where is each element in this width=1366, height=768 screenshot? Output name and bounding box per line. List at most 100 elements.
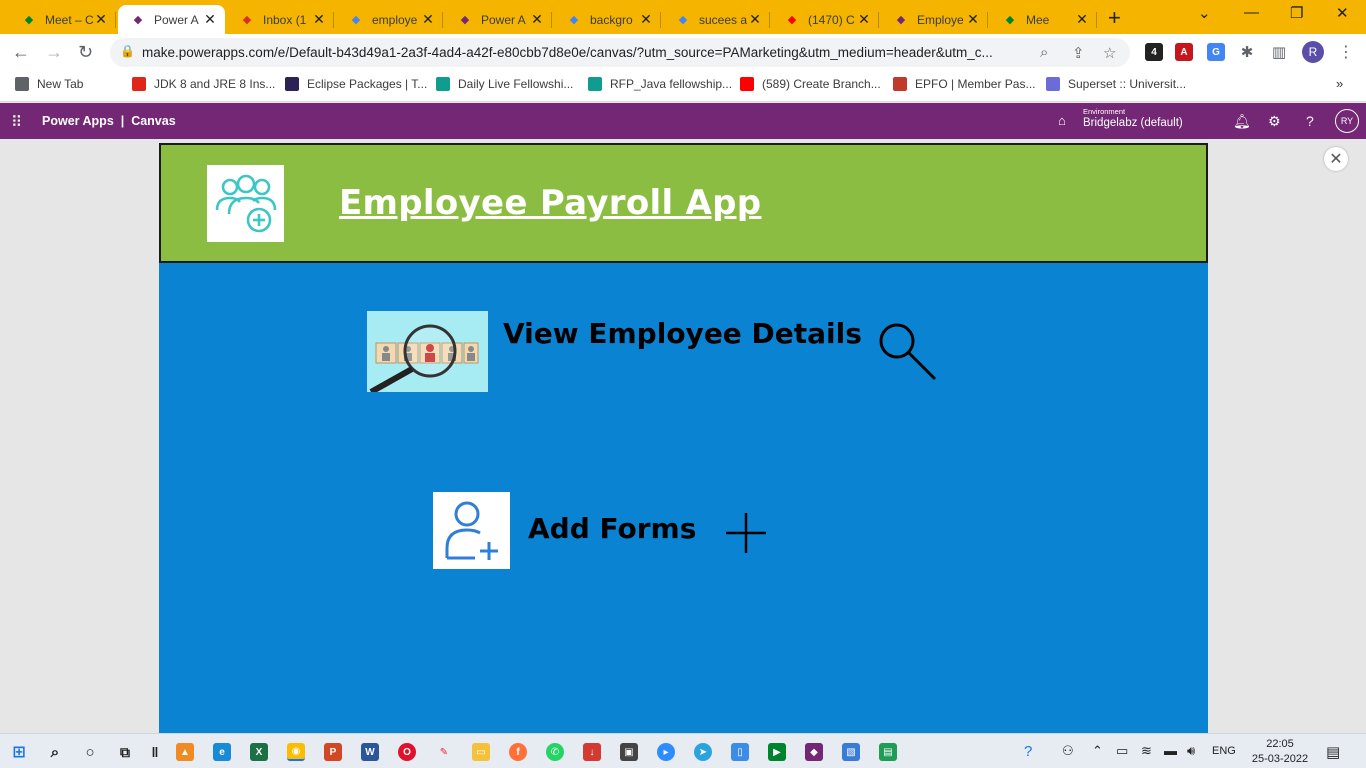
add-forms-label[interactable]: Add Forms <box>528 512 696 545</box>
task-view-icon[interactable]: ⧉ <box>116 743 134 761</box>
chrome-icon[interactable]: ◉ <box>287 743 305 761</box>
back-icon[interactable]: ← <box>12 42 30 63</box>
system-clock[interactable]: 22:05 25-03-2022 <box>1250 737 1310 767</box>
restore-icon[interactable]: ❐ <box>1290 4 1303 22</box>
environment-icon[interactable]: ⌂ <box>1058 113 1066 128</box>
new-tab-button[interactable]: + <box>1108 5 1121 31</box>
browser-tab[interactable]: ◆ (1470) C ✕ <box>772 5 879 34</box>
bookmark-item[interactable]: JDK 8 and JRE 8 Ins... <box>132 77 275 91</box>
reload-icon[interactable]: ↻ <box>78 42 93 63</box>
firefox-icon[interactable]: f <box>509 743 527 761</box>
meet-taskbar-icon[interactable]: ▶ <box>768 743 786 761</box>
tab-close-icon[interactable]: ✕ <box>530 11 544 28</box>
notification-center-icon[interactable]: ▤ <box>1326 743 1340 761</box>
bookmark-item[interactable]: New Tab <box>15 77 83 91</box>
browser-tab[interactable]: ◆ Power A ✕ <box>118 5 225 34</box>
bookmark-star-icon[interactable]: ☆ <box>1103 44 1116 62</box>
close-preview-icon[interactable]: ✕ <box>1324 147 1348 171</box>
browser-tab[interactable]: ◆ sucees a ✕ <box>663 5 770 34</box>
tab-close-icon[interactable]: ✕ <box>203 11 217 28</box>
browser-tab[interactable]: ◆ Inbox (1 ✕ <box>227 5 334 34</box>
bookmark-item[interactable]: Superset :: Universit... <box>1046 77 1186 91</box>
whatsapp-icon[interactable]: ✆ <box>546 743 564 761</box>
tab-close-icon[interactable]: ✕ <box>94 11 108 28</box>
minimize-icon[interactable]: — <box>1244 4 1259 21</box>
tab-close-icon[interactable]: ✕ <box>857 11 871 28</box>
tab-close-icon[interactable]: ✕ <box>312 11 326 28</box>
translate-extension-icon[interactable]: G <box>1207 43 1225 61</box>
bookmark-item[interactable]: (589) Create Branch... <box>740 77 881 91</box>
people-icon[interactable]: ⚇ <box>1062 743 1074 759</box>
tab-close-icon[interactable]: ✕ <box>421 11 435 28</box>
phone-link-icon[interactable]: ▯ <box>731 743 749 761</box>
browser-tab[interactable]: ◆ Mee ✕ <box>990 5 1097 34</box>
profile-avatar[interactable]: R <box>1302 41 1324 63</box>
browser-tab[interactable]: ◆ Power A ✕ <box>445 5 552 34</box>
volume-icon[interactable]: 🔊︎ <box>1187 743 1195 759</box>
cortana-icon[interactable]: ○ <box>81 743 99 761</box>
notification-bell-icon[interactable]: 🔔︎ <box>1233 113 1251 130</box>
bookmark-item[interactable]: Eclipse Packages | T... <box>285 77 427 91</box>
browser-menu-icon[interactable]: ⋮ <box>1338 42 1354 62</box>
powerpoint-icon[interactable]: P <box>324 743 342 761</box>
side-panel-icon[interactable]: ▥ <box>1270 43 1288 61</box>
add-user-image[interactable] <box>433 492 510 569</box>
browser-tab[interactable]: ◆ Employe ✕ <box>881 5 988 34</box>
powerapps-taskbar-icon[interactable]: ◆ <box>805 743 823 761</box>
paint-icon[interactable]: ✎ <box>435 743 453 761</box>
add-plus-icon[interactable] <box>724 511 768 555</box>
pdf-extension-icon[interactable]: A <box>1175 43 1193 61</box>
download-manager-icon[interactable]: ↓ <box>583 743 601 761</box>
browser-tab[interactable]: ◆ backgro ✕ <box>554 5 661 34</box>
extension-icon[interactable]: 4 <box>1145 43 1163 61</box>
word-icon[interactable]: W <box>361 743 379 761</box>
tab-close-icon[interactable]: ✕ <box>966 11 980 28</box>
address-bar[interactable]: 🔒 make.powerapps.com/e/Default-b43d49a1-… <box>110 38 1130 67</box>
employee-search-image[interactable] <box>367 311 488 392</box>
settings-gear-icon[interactable]: ⚙ <box>1268 113 1281 130</box>
forward-icon[interactable]: → <box>45 42 63 63</box>
telegram-icon[interactable]: ➤ <box>694 743 712 761</box>
help-tray-icon[interactable]: ? <box>1024 743 1032 760</box>
bookmark-item[interactable]: Daily Live Fellowshi... <box>436 77 573 91</box>
tab-search-icon[interactable]: ⌄ <box>1198 4 1211 22</box>
file-explorer-icon[interactable]: ▭ <box>472 743 490 761</box>
excel-icon[interactable]: X <box>250 743 268 761</box>
language-indicator[interactable]: ENG <box>1212 745 1236 757</box>
show-hidden-icons[interactable]: ⌃ <box>1092 743 1103 759</box>
puzzle-extensions-icon[interactable]: ✱ <box>1238 43 1256 61</box>
bookmark-item[interactable]: RFP_Java fellowship... <box>588 77 732 91</box>
more-bookmarks-icon[interactable]: » <box>1336 76 1343 91</box>
wifi-icon[interactable]: ≋ <box>1141 743 1152 759</box>
search-taskbar-icon[interactable]: ⌕ <box>46 743 64 761</box>
tab-close-icon[interactable]: ✕ <box>1075 11 1089 28</box>
help-icon[interactable]: ? <box>1306 113 1314 129</box>
bookmark-item[interactable]: EPFO | Member Pas... <box>893 77 1035 91</box>
windows-start-icon[interactable]: ⊞ <box>10 743 28 761</box>
url-text[interactable]: make.powerapps.com/e/Default-b43d49a1-2a… <box>142 45 1032 60</box>
browser-tab[interactable]: ◆ Meet – C ✕ <box>9 5 116 34</box>
pipe-icon[interactable]: ‖ <box>146 743 164 761</box>
photos-icon[interactable]: ▧ <box>842 743 860 761</box>
powerapps-title[interactable]: Power Apps | Canvas <box>42 114 176 128</box>
opera-icon[interactable]: O <box>398 743 416 761</box>
user-avatar[interactable]: RY <box>1335 109 1359 133</box>
view-employee-details-label[interactable]: View Employee Details <box>503 317 862 350</box>
browser-tab[interactable]: ◆ employe ✕ <box>336 5 443 34</box>
environment-name[interactable]: Bridgelabz (default) <box>1083 117 1183 129</box>
tab-close-icon[interactable]: ✕ <box>639 11 653 28</box>
tab-close-icon[interactable]: ✕ <box>748 11 762 28</box>
zoom-icon[interactable]: ⌕ <box>1040 44 1048 61</box>
teams-chat-icon[interactable]: ▤ <box>879 743 897 761</box>
share-icon[interactable]: ⇪ <box>1072 44 1085 62</box>
battery-icon[interactable]: ▬ <box>1164 743 1177 758</box>
edge-icon[interactable]: e <box>213 743 231 761</box>
store-icon[interactable]: ▣ <box>620 743 638 761</box>
lock-icon[interactable]: 🔒 <box>120 44 135 58</box>
vlc-icon[interactable]: ▲ <box>176 743 194 761</box>
battery-saver-icon[interactable]: ▭ <box>1116 743 1128 759</box>
window-close-icon[interactable]: ✕ <box>1336 4 1349 22</box>
zoom-app-icon[interactable]: ▸ <box>657 743 675 761</box>
app-launcher-icon[interactable]: ⠿ <box>11 113 22 131</box>
search-icon[interactable] <box>875 319 941 385</box>
